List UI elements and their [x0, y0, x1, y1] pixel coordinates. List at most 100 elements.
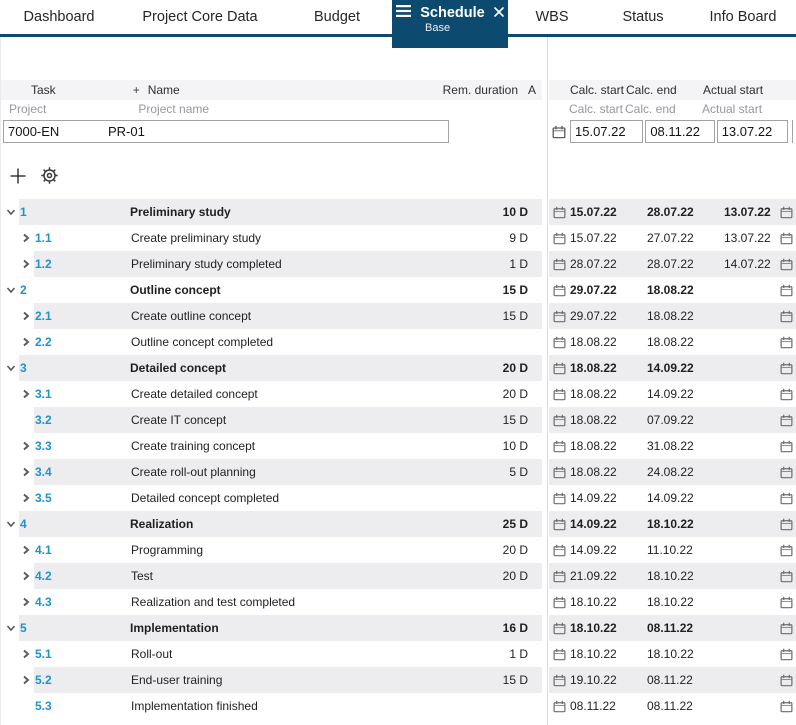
- calc-end-input[interactable]: [646, 124, 714, 139]
- task-row[interactable]: 5.3 Implementation finished 08.11.22 08.…: [1, 693, 796, 719]
- col-name[interactable]: Name: [148, 83, 180, 97]
- tab-dashboard[interactable]: Dashboard: [0, 0, 118, 34]
- col-actual-start[interactable]: Actual start: [703, 83, 780, 97]
- task-row[interactable]: 2.2 Outline concept completed 18.08.22 1…: [1, 329, 796, 355]
- task-row[interactable]: 4 Realization 25 D 14.09.22 18.10.22: [1, 511, 796, 537]
- calendar-icon[interactable]: [780, 336, 793, 349]
- task-row[interactable]: 3.1 Create detailed concept 20 D 18.08.2…: [1, 381, 796, 407]
- calendar-icon[interactable]: [780, 622, 793, 635]
- chevron-down-icon[interactable]: [1, 511, 19, 537]
- project-name-input[interactable]: [104, 121, 448, 142]
- calendar-icon[interactable]: [549, 466, 570, 479]
- chevron-right-icon[interactable]: [1, 459, 34, 485]
- chevron-right-icon[interactable]: [1, 433, 34, 459]
- chevron-down-icon[interactable]: [1, 199, 19, 225]
- calendar-icon[interactable]: [780, 284, 793, 297]
- calendar-icon[interactable]: [549, 674, 570, 687]
- task-row[interactable]: 3.2 Create IT concept 15 D 18.08.22 07.0…: [1, 407, 796, 433]
- calendar-icon[interactable]: [780, 518, 793, 531]
- calendar-icon[interactable]: [780, 570, 793, 583]
- task-row[interactable]: 4.2 Test 20 D 21.09.22 18.10.22: [1, 563, 796, 589]
- calendar-icon[interactable]: [780, 258, 793, 271]
- calendar-icon[interactable]: [552, 125, 566, 139]
- close-icon[interactable]: [493, 5, 504, 21]
- chevron-right-icon[interactable]: [1, 537, 34, 563]
- calendar-icon[interactable]: [549, 648, 570, 661]
- tab-schedule[interactable]: Schedule Base: [392, 0, 508, 48]
- calendar-icon[interactable]: [780, 440, 793, 453]
- calendar-icon[interactable]: [780, 414, 793, 427]
- calendar-icon[interactable]: [549, 700, 570, 713]
- col-calc-start[interactable]: Calc. start: [549, 83, 626, 97]
- hamburger-icon[interactable]: [396, 5, 412, 21]
- task-row[interactable]: 5 Implementation 16 D 18.10.22 08.11.22: [1, 615, 796, 641]
- settings-button[interactable]: [39, 165, 60, 189]
- col-task[interactable]: Task: [31, 83, 56, 97]
- task-row[interactable]: 1 Preliminary study 10 D 15.07.22 28.07.…: [1, 199, 796, 225]
- calendar-icon[interactable]: [780, 206, 793, 219]
- actual-start-input[interactable]: [717, 124, 788, 139]
- col-calc-end[interactable]: Calc. end: [626, 83, 703, 97]
- calendar-icon[interactable]: [780, 232, 793, 245]
- calendar-icon[interactable]: [549, 596, 570, 609]
- task-row[interactable]: 5.2 End-user training 15 D 19.10.22 08.1…: [1, 667, 796, 693]
- calendar-icon[interactable]: [780, 674, 793, 687]
- chevron-right-icon[interactable]: [1, 667, 34, 693]
- chevron-right-icon[interactable]: [1, 251, 34, 277]
- calendar-icon[interactable]: [549, 336, 570, 349]
- chevron-right-icon[interactable]: [1, 329, 34, 355]
- calendar-icon[interactable]: [780, 648, 793, 661]
- tab-status[interactable]: Status: [596, 0, 690, 34]
- calendar-icon[interactable]: [549, 258, 570, 271]
- task-row[interactable]: 3.4 Create roll-out planning 5 D 18.08.2…: [1, 459, 796, 485]
- task-row[interactable]: 1.1 Create preliminary study 9 D 15.07.2…: [1, 225, 796, 251]
- calendar-icon[interactable]: [780, 388, 793, 401]
- calendar-icon[interactable]: [549, 284, 570, 297]
- calendar-icon[interactable]: [549, 570, 570, 583]
- task-input[interactable]: [4, 121, 104, 142]
- calendar-icon[interactable]: [549, 622, 570, 635]
- chevron-right-icon[interactable]: [1, 589, 34, 615]
- col-rem-duration[interactable]: Rem. duration: [443, 83, 518, 97]
- calendar-icon[interactable]: [549, 440, 570, 453]
- add-column-icon[interactable]: +: [133, 83, 140, 97]
- calendar-icon[interactable]: [549, 518, 570, 531]
- calendar-icon[interactable]: [780, 310, 793, 323]
- calendar-icon[interactable]: [780, 700, 793, 713]
- tab-wbs[interactable]: WBS: [508, 0, 596, 34]
- task-row[interactable]: 3.5 Detailed concept completed 14.09.22 …: [1, 485, 796, 511]
- calendar-icon[interactable]: [549, 232, 570, 245]
- calendar-icon[interactable]: [549, 414, 570, 427]
- task-row[interactable]: 5.1 Roll-out 1 D 18.10.22 18.10.22: [1, 641, 796, 667]
- chevron-right-icon[interactable]: [1, 641, 34, 667]
- task-row[interactable]: 3.3 Create training concept 10 D 18.08.2…: [1, 433, 796, 459]
- calendar-icon[interactable]: [780, 492, 793, 505]
- calendar-icon[interactable]: [549, 544, 570, 557]
- tab-budget[interactable]: Budget: [282, 0, 392, 34]
- calendar-icon[interactable]: [780, 362, 793, 375]
- task-row[interactable]: 4.1 Programming 20 D 14.09.22 11.10.22: [1, 537, 796, 563]
- chevron-right-icon[interactable]: [1, 381, 34, 407]
- calendar-icon[interactable]: [780, 596, 793, 609]
- chevron-down-icon[interactable]: [1, 615, 19, 641]
- chevron-right-icon[interactable]: [1, 225, 34, 251]
- chevron-right-icon[interactable]: [1, 303, 34, 329]
- task-row[interactable]: 3 Detailed concept 20 D 18.08.22 14.09.2…: [1, 355, 796, 381]
- chevron-right-icon[interactable]: [1, 563, 34, 589]
- tab-info-board[interactable]: Info Board: [690, 0, 796, 34]
- task-row[interactable]: 2.1 Create outline concept 15 D 29.07.22…: [1, 303, 796, 329]
- calendar-icon[interactable]: [549, 206, 570, 219]
- tab-project-core-data[interactable]: Project Core Data: [118, 0, 282, 34]
- add-task-button[interactable]: [9, 167, 27, 188]
- col-a[interactable]: A: [528, 83, 542, 97]
- calendar-icon[interactable]: [549, 388, 570, 401]
- calendar-icon[interactable]: [549, 310, 570, 323]
- task-row[interactable]: 1.2 Preliminary study completed 1 D 28.0…: [1, 251, 796, 277]
- calendar-icon[interactable]: [780, 544, 793, 557]
- calc-start-input[interactable]: [571, 124, 643, 139]
- chevron-right-icon[interactable]: [1, 485, 34, 511]
- chevron-down-icon[interactable]: [1, 277, 19, 303]
- calendar-icon[interactable]: [780, 466, 793, 479]
- chevron-down-icon[interactable]: [1, 355, 19, 381]
- task-row[interactable]: 2 Outline concept 15 D 29.07.22 18.08.22: [1, 277, 796, 303]
